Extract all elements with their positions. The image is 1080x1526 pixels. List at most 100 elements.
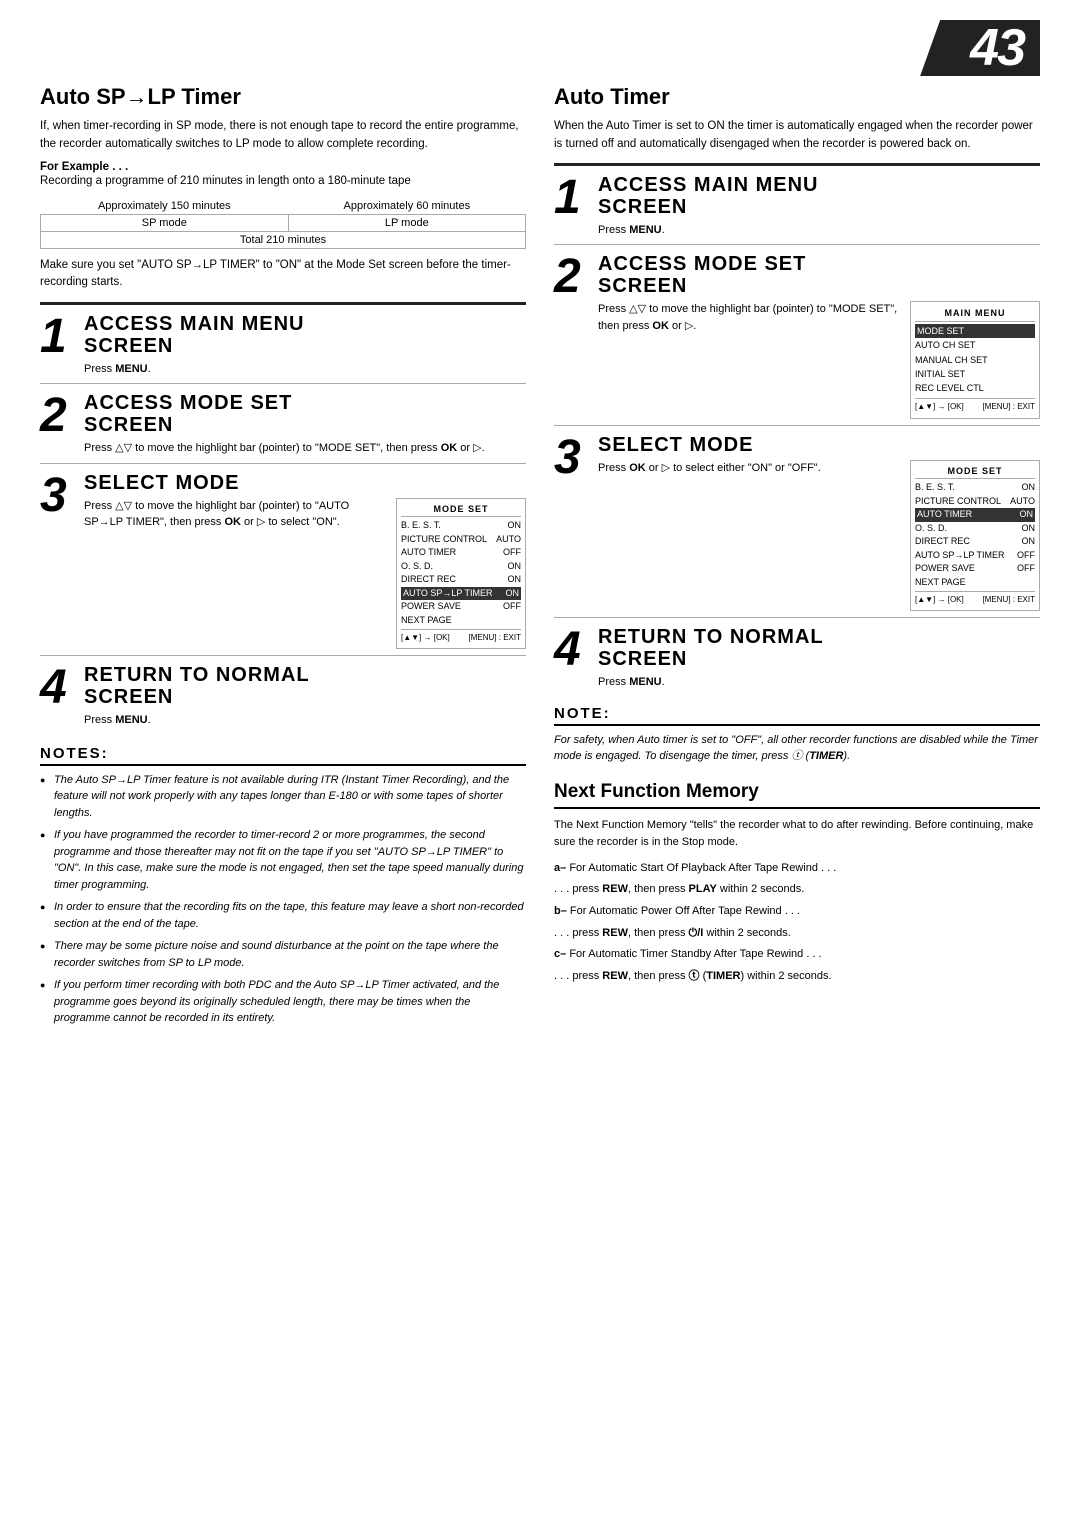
right-step-2-number: 2 [554,251,598,301]
step-1-body: Press MENU. [84,361,526,378]
next-func-point-b: b– For Automatic Power Off After Tape Re… [554,903,1040,921]
left-column: Auto SP→LP Timer If, when timer-recordin… [40,84,526,1033]
step-3-heading: SELECT MODE [84,472,526,494]
next-func-point-c: c– For Automatic Timer Standby After Tap… [554,946,1040,964]
right-mode-row-directrec: DIRECT RECON [915,535,1035,549]
right-mode-row-powersave: POWER SAVEOFF [915,562,1035,576]
table-col1-header: Approximately 150 minutes [41,198,289,215]
left-step-4: 4 RETURN TO NORMAL SCREEN Press MENU. [40,656,526,735]
mode-set-row-directrec: DIRECT RECON [401,573,521,587]
right-step-4-number: 4 [554,624,598,674]
right-step-1: 1 ACCESS MAIN MENU SCREEN Press MENU. [554,166,1040,246]
mode-set-row-autotimer: AUTO TIMEROFF [401,546,521,560]
mode-set-row-osd: O. S. D.ON [401,560,521,574]
right-mode-set-footer: [▲▼] → [OK] [MENU] : EXIT [915,591,1035,606]
notes-section: NOTES: The Auto SP→LP Timer feature is n… [40,745,526,1027]
right-mode-row-autosplp: AUTO SP→LP TIMEROFF [915,549,1035,563]
right-step-2: 2 ACCESS MODE SET SCREEN Press △▽ to mov… [554,245,1040,425]
right-step-2-text: Press △▽ to move the highlight bar (poin… [598,301,900,334]
note-item-5: If you perform timer recording with both… [40,977,526,1027]
right-step-1-number: 1 [554,172,598,222]
mode-set-row-nextpage: NEXT PAGE [401,614,521,628]
note-title: NOTE: [554,705,1040,726]
next-func-title: Next Function Memory [554,781,1040,809]
note-body: For safety, when Auto timer is set to "O… [554,732,1040,765]
right-mode-row-nextpage: NEXT PAGE [915,576,1035,590]
point-c-label: c– [554,948,566,960]
step-3-body: Press △▽ to move the highlight bar (poin… [84,498,386,531]
step-4-heading: RETURN TO NORMAL SCREEN [84,664,526,708]
step-1-number: 1 [40,311,84,361]
right-mode-set-title: MODE SET [915,465,1035,480]
right-step-1-body: Press MENU. [598,222,1040,239]
right-mode-row-autotimer-highlighted: AUTO TIMERON [915,508,1035,522]
point-a-label: a– [554,862,566,874]
right-column: Auto Timer When the Auto Timer is set to… [554,84,1040,989]
right-step-4-body: Press MENU. [598,674,1040,691]
main-menu-mode-set-highlighted: MODE SET [915,324,1035,338]
right-step-3-heading: SELECT MODE [598,434,1040,456]
step-3-content: SELECT MODE Press △▽ to move the highlig… [84,470,526,650]
right-step-4-heading: RETURN TO NORMAL SCREEN [598,626,1040,670]
left-mode-set-box: MODE SET B. E. S. T.ON PICTURE CONTROLAU… [396,498,526,650]
right-step-3-content: SELECT MODE Press OK or ▷ to select eith… [598,432,1040,612]
notes-title: NOTES: [40,745,526,766]
left-intro: If, when timer-recording in SP mode, the… [40,118,526,153]
note-section: NOTE: For safety, when Auto timer is set… [554,705,1040,765]
step-1-heading: ACCESS MAIN MENU SCREEN [84,313,526,357]
left-step-3: 3 SELECT MODE Press △▽ to move the highl… [40,464,526,657]
next-func-point-a-detail: . . . press REW, then press PLAY within … [554,881,1040,899]
right-mode-row-pic: PICTURE CONTROLAUTO [915,495,1035,509]
left-steps: 1 ACCESS MAIN MENU SCREEN Press MENU. 2 [40,302,526,735]
left-step-1: 1 ACCESS MAIN MENU SCREEN Press MENU. [40,305,526,385]
mode-set-row-autosplp-highlighted: AUTO SP→LP TIMERON [401,587,521,601]
next-func-point-c-detail: . . . press REW, then press ⓣ (TIMER) wi… [554,968,1040,986]
right-intro: When the Auto Timer is set to ON the tim… [554,118,1040,153]
example-desc: Recording a programme of 210 minutes in … [40,173,526,190]
right-mode-set-box: MODE SET B. E. S. T.ON PICTURE CONTROLAU… [910,460,1040,612]
point-b-label: b– [554,905,567,917]
step-2-heading: ACCESS MODE SET SCREEN [84,392,526,436]
right-step-4: 4 RETURN TO NORMAL SCREEN Press MENU. [554,618,1040,697]
left-section-title: Auto SP→LP Timer [40,84,526,110]
main-menu-rec-level: REC LEVEL CTL [915,381,1035,395]
mode-set-footer: [▲▼] → [OK] [MENU] : EXIT [401,629,521,644]
right-step-4-content: RETURN TO NORMAL SCREEN Press MENU. [598,624,1040,691]
right-step-2-with-img: Press △▽ to move the highlight bar (poin… [598,301,1040,418]
right-step-1-heading: ACCESS MAIN MENU SCREEN [598,174,1040,218]
page-number: 43 [940,20,1040,76]
right-step-2-body: Press △▽ to move the highlight bar (poin… [598,301,900,334]
right-step-2-heading: ACCESS MODE SET SCREEN [598,253,1040,297]
right-steps: 1 ACCESS MAIN MENU SCREEN Press MENU. 2 [554,163,1040,697]
note-item-4: There may be some picture noise and soun… [40,938,526,971]
right-step-3: 3 SELECT MODE Press OK or ▷ to select ei… [554,426,1040,619]
right-step-3-text: Press OK or ▷ to select either "ON" or "… [598,460,900,477]
left-step-2: 2 ACCESS MODE SET SCREEN Press △▽ to mov… [40,384,526,464]
right-step-3-body: Press OK or ▷ to select either "ON" or "… [598,460,900,477]
mode-set-row-best: B. E. S. T.ON [401,519,521,533]
mode-set-row-pic: PICTURE CONTROLAUTO [401,533,521,547]
main-menu-footer: [▲▼] → [OK] [MENU] : EXIT [915,398,1035,414]
point-a-text: For Automatic Start Of Playback After Ta… [569,862,836,874]
mode-set-box-title: MODE SET [401,503,521,518]
step-4-number: 4 [40,662,84,712]
main-menu-box-title: MAIN MENU [915,306,1035,321]
note-item-2: If you have programmed the recorder to t… [40,827,526,893]
step-4-content: RETURN TO NORMAL SCREEN Press MENU. [84,662,526,729]
page-header: 43 [40,20,1040,76]
mode-set-rows: B. E. S. T.ON PICTURE CONTROLAUTO AUTO T… [401,519,521,627]
example-label: For Example . . . [40,161,526,173]
step-3-number: 3 [40,470,84,520]
note-item-3: In order to ensure that the recording fi… [40,899,526,932]
step-2-content: ACCESS MODE SET SCREEN Press △▽ to move … [84,390,526,457]
next-func-point-a: a– For Automatic Start Of Playback After… [554,860,1040,878]
right-step-3-number: 3 [554,432,598,482]
step-2-body: Press △▽ to move the highlight bar (poin… [84,440,526,457]
table-total: Total 210 minutes [41,232,526,249]
next-func-point-b-detail: . . . press REW, then press ⏻/I within 2… [554,925,1040,943]
step-3-text: Press △▽ to move the highlight bar (poin… [84,498,386,531]
right-step-1-content: ACCESS MAIN MENU SCREEN Press MENU. [598,172,1040,239]
example-table: Approximately 150 minutes Approximately … [40,198,526,249]
table-col2-header: Approximately 60 minutes [288,198,525,215]
next-function-section: Next Function Memory The Next Function M… [554,781,1040,986]
